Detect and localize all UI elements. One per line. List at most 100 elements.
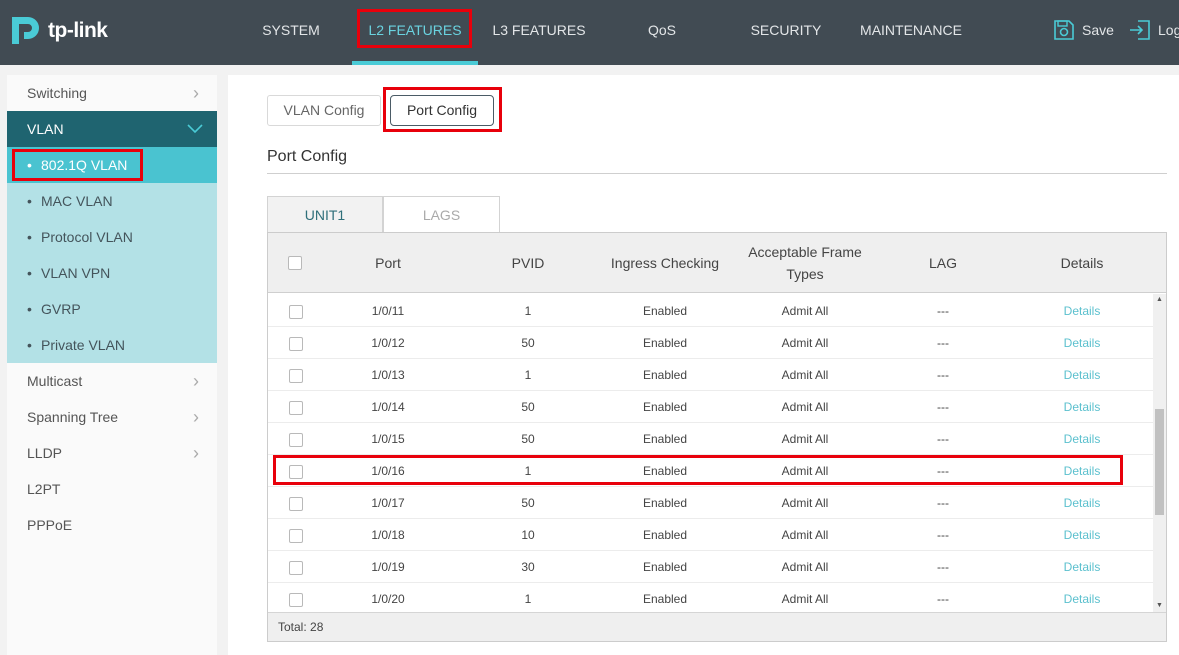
sidebar-subitem-vlan-vpn[interactable]: • VLAN VPN	[7, 255, 217, 291]
nav-qos[interactable]: QoS	[612, 0, 712, 65]
sidebar-subitem-private-vlan[interactable]: • Private VLAN	[7, 327, 217, 363]
nav-l2-features[interactable]: L2 FEATURES	[352, 0, 478, 65]
tab-port-config[interactable]: Port Config	[390, 95, 494, 126]
nav-security[interactable]: SECURITY	[736, 0, 836, 65]
sidebar-item-switching[interactable]: Switching ›	[7, 75, 217, 111]
sidebar-item-lldp[interactable]: LLDP ›	[7, 435, 217, 471]
details-link[interactable]: Details	[1022, 455, 1142, 487]
table-header: Port PVID Ingress Checking Acceptable Fr…	[268, 233, 1166, 293]
column-header-port: Port	[375, 255, 401, 271]
chevron-right-icon: ›	[193, 83, 199, 103]
cell-port: 1/0/16	[371, 464, 405, 478]
table-row[interactable]: 1/0/18 10 Enabled Admit All --- Details	[268, 519, 1153, 551]
tab-unit1[interactable]: UNIT1	[267, 196, 383, 232]
cell-port: 1/0/19	[371, 560, 405, 574]
row-checkbox[interactable]	[288, 391, 304, 423]
cell-acceptable-frame-types: Admit All	[781, 528, 829, 542]
cell-ingress-checking: Enabled	[642, 304, 688, 318]
sidebar-subitem-mac-vlan[interactable]: • MAC VLAN	[7, 183, 217, 219]
sidebar-item-label: PPPoE	[27, 517, 73, 533]
brand-name: tp-link	[48, 19, 108, 42]
row-checkbox[interactable]	[288, 423, 304, 455]
save-label: Save	[1082, 22, 1114, 38]
details-link[interactable]: Details	[1022, 487, 1142, 519]
nav-l3-features[interactable]: L3 FEATURES	[478, 0, 600, 65]
cell-ingress-checking: Enabled	[642, 496, 688, 510]
sidebar-item-l2pt[interactable]: L2PT	[7, 471, 217, 507]
port-config-table: Port PVID Ingress Checking Acceptable Fr…	[267, 232, 1167, 642]
row-checkbox[interactable]	[288, 455, 304, 487]
logout-icon	[1130, 20, 1150, 40]
sidebar-subitem-802-1q-vlan[interactable]: • 802.1Q VLAN	[7, 147, 217, 183]
table-row[interactable]: 1/0/20 1 Enabled Admit All --- Details	[268, 583, 1153, 615]
table-row[interactable]: 1/0/12 50 Enabled Admit All --- Details	[268, 327, 1153, 359]
save-button[interactable]: Save	[1052, 18, 1114, 42]
section-divider	[267, 173, 1167, 174]
scrollbar-thumb[interactable]	[1155, 409, 1164, 515]
row-checkbox[interactable]	[288, 359, 304, 391]
checkbox-icon	[289, 464, 303, 479]
details-link[interactable]: Details	[1022, 295, 1142, 327]
details-link[interactable]: Details	[1022, 519, 1142, 551]
vlan-submenu: • 802.1Q VLAN • MAC VLAN • Protocol VLAN • V…	[7, 147, 217, 363]
sidebar-item-pppoe[interactable]: PPPoE	[7, 507, 217, 543]
sidebar-subitem-label: MAC VLAN	[41, 193, 113, 209]
table-row[interactable]: 1/0/11 1 Enabled Admit All --- Details	[268, 295, 1153, 327]
cell-lag: ---	[937, 528, 949, 542]
table-row[interactable]: 1/0/14 50 Enabled Admit All --- Details	[268, 391, 1153, 423]
table-row[interactable]: 1/0/19 30 Enabled Admit All --- Details	[268, 551, 1153, 583]
cell-pvid: 50	[521, 400, 535, 414]
table-row[interactable]: 1/0/15 50 Enabled Admit All --- Details	[268, 423, 1153, 455]
row-checkbox[interactable]	[288, 327, 304, 359]
details-link[interactable]: Details	[1022, 327, 1142, 359]
sidebar-item-multicast[interactable]: Multicast ›	[7, 363, 217, 399]
row-checkbox[interactable]	[288, 295, 304, 327]
table-scrollbar[interactable]: ▲ ▼	[1153, 294, 1166, 612]
sidebar-item-vlan[interactable]: VLAN	[7, 111, 217, 147]
checkbox-icon	[289, 592, 303, 607]
sidebar-item-label: Spanning Tree	[27, 409, 119, 425]
row-checkbox[interactable]	[288, 487, 304, 519]
row-checkbox[interactable]	[288, 519, 304, 551]
cell-acceptable-frame-types: Admit All	[781, 304, 829, 318]
table-row[interactable]: 1/0/17 50 Enabled Admit All --- Details	[268, 487, 1153, 519]
details-link[interactable]: Details	[1022, 391, 1142, 423]
scroll-down-arrow-icon[interactable]: ▼	[1153, 600, 1166, 612]
nav-system[interactable]: SYSTEM	[241, 0, 341, 65]
cell-lag: ---	[937, 560, 949, 574]
column-header-lag: LAG	[928, 255, 957, 271]
row-checkbox[interactable]	[288, 551, 304, 583]
sidebar-subitem-label: Protocol VLAN	[41, 229, 133, 245]
sidebar-subitem-label: VLAN VPN	[41, 265, 111, 281]
table-footer-total: Total: 28	[268, 612, 1166, 641]
cell-lag: ---	[937, 368, 949, 382]
sidebar-subitem-protocol-vlan[interactable]: • Protocol VLAN	[7, 219, 217, 255]
cell-lag: ---	[937, 336, 949, 350]
sidebar-subitem-gvrp[interactable]: • GVRP	[7, 291, 217, 327]
details-link[interactable]: Details	[1022, 551, 1142, 583]
details-link[interactable]: Details	[1022, 359, 1142, 391]
cell-lag: ---	[937, 432, 949, 446]
sidebar-subitem-label: GVRP	[41, 301, 81, 317]
tp-link-logo[interactable]: tp-link	[8, 13, 108, 49]
details-link[interactable]: Details	[1022, 583, 1142, 615]
table-row[interactable]: 1/0/16 1 Enabled Admit All --- Details	[268, 455, 1153, 487]
top-navigation-bar: tp-link SYSTEM L2 FEATURES L3 FEATURES Q…	[0, 0, 1179, 65]
cell-ingress-checking: Enabled	[642, 592, 688, 606]
scroll-up-arrow-icon[interactable]: ▲	[1153, 294, 1166, 306]
checkbox-icon	[289, 368, 303, 383]
sidebar-item-label: VLAN	[27, 121, 64, 137]
tab-vlan-config[interactable]: VLAN Config	[267, 95, 381, 126]
nav-maintenance[interactable]: MAINTENANCE	[850, 0, 972, 65]
cell-pvid: 30	[521, 560, 535, 574]
details-link[interactable]: Details	[1022, 423, 1142, 455]
tab-lags[interactable]: LAGS	[383, 196, 500, 232]
sidebar-item-spanning-tree[interactable]: Spanning Tree ›	[7, 399, 217, 435]
checkbox-icon	[289, 432, 303, 447]
table-row[interactable]: 1/0/13 1 Enabled Admit All --- Details	[268, 359, 1153, 391]
chevron-right-icon: ›	[193, 371, 199, 391]
logout-button[interactable]: Log	[1128, 18, 1179, 42]
sidebar: Switching › VLAN • 802.1Q VLAN • MAC VLAN …	[7, 75, 217, 655]
row-checkbox[interactable]	[288, 583, 304, 615]
select-all-checkbox[interactable]	[288, 233, 302, 293]
